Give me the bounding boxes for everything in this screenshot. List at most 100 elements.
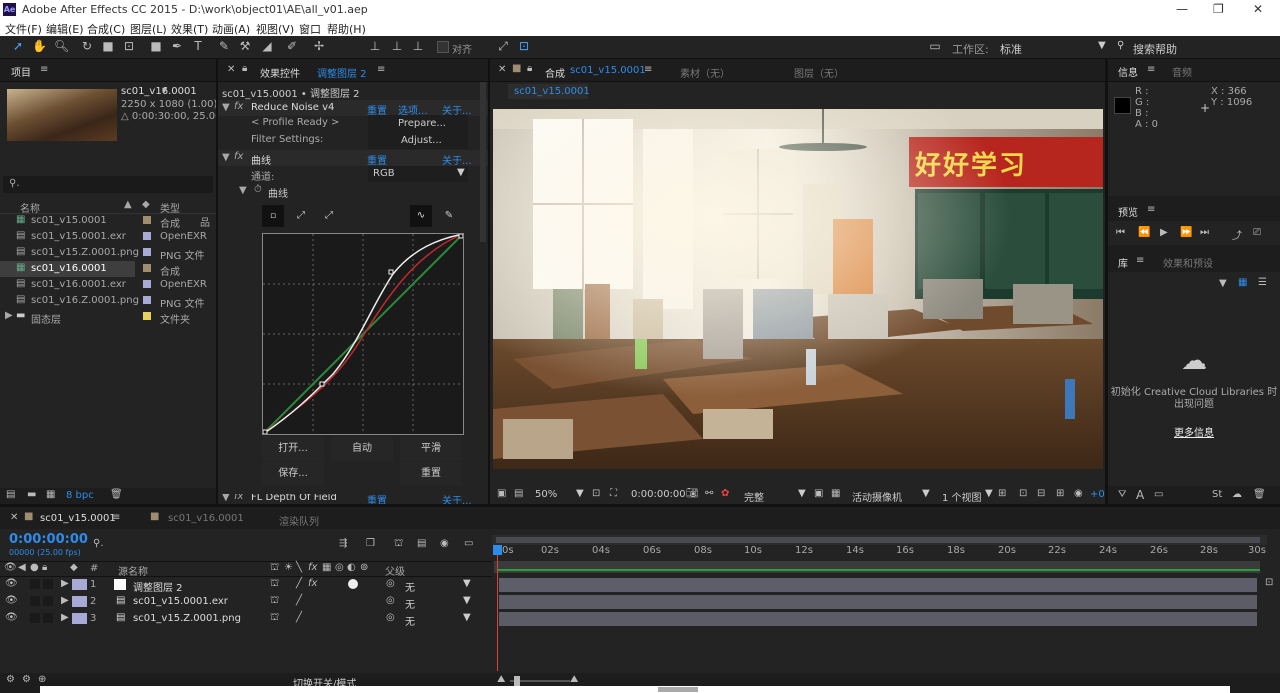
brush-tool-icon[interactable]: ✎ [217,39,231,53]
local-axis-icon[interactable]: ⊥ [368,39,382,53]
lock-icon[interactable]: 🔒︎ [527,63,532,74]
label-icon[interactable]: ◆ [142,199,150,210]
flowchart-icon[interactable]: ⊞ [1056,488,1064,499]
project-search-input[interactable]: ⚲. [3,176,213,193]
quality-dropdown[interactable]: 完整 [744,489,764,504]
frame-blending-icon[interactable]: ▤ [417,538,426,549]
color-channels-icon[interactable]: ✿ [721,488,729,499]
work-area-bar[interactable] [492,535,1267,545]
magnify-icon[interactable]: ▤ [514,488,523,499]
motion-blur-col-icon[interactable]: ◎ [335,562,344,573]
audio-icon[interactable]: ◀ [18,562,26,573]
label-color[interactable] [143,264,151,272]
chevron-down-icon[interactable]: ▼ [985,488,993,499]
chevron-down-icon[interactable]: ▼ [1219,278,1227,289]
disclosure-triangle-icon[interactable]: ▶ [5,310,13,321]
hand-tool-icon[interactable]: ✋ [32,39,47,53]
shy-icon[interactable]: ⛫ [270,562,279,575]
comp-timecode[interactable]: 0:00:00:00 [631,489,686,500]
trash-icon[interactable]: 🗑︎ [110,489,123,500]
project-item-selected[interactable]: ▦ sc01_v16.0001 [0,261,135,277]
search-help-input[interactable]: 搜索帮助 [1133,41,1177,57]
new-comp-icon[interactable]: ▦ [46,489,55,500]
snap-checkbox[interactable] [437,41,449,53]
label-color[interactable] [143,248,151,256]
layer-tab[interactable]: 图层（无） [794,65,844,80]
menu-window[interactable]: 窗口 [299,21,321,37]
layer-row[interactable]: 👁︎ ▶ 2 ▤ sc01_v15.0001.exr ⛫ ╱ ◎ 无 ▼ [0,593,492,611]
zoom-dropdown[interactable]: 50% [535,489,557,500]
snap-feature-icon[interactable]: ⊡ [517,39,531,53]
minimize-icon[interactable]: — [1176,2,1188,16]
comp-viewer-image[interactable]: 好 好 学 习 [493,109,1103,469]
layer-row[interactable]: 👁︎ ▶ 1 调整图层 2 ⛫ ╱ fx ◎ 无 ▼ [0,576,492,594]
interpret-footage-icon[interactable]: ▤ [6,489,15,500]
panel-divider[interactable] [0,504,1280,507]
library-tab[interactable]: 库 [1118,255,1128,270]
curve-size-medium-icon[interactable]: ⤢ [290,205,312,227]
motion-blur-icon[interactable]: ◉ [440,538,449,549]
label-color[interactable] [143,280,151,288]
sync-icon[interactable]: ☁ [1232,489,1242,500]
composition-mini-flowchart-icon[interactable]: ⇶ [339,538,347,549]
layer-duration-bar[interactable] [499,578,1257,592]
effect-scrollbar[interactable] [480,82,486,242]
solo-icon[interactable]: ● [30,562,39,573]
transparency-grid-icon[interactable]: ▣ [814,488,823,499]
chevron-down-icon[interactable]: ▾ [162,85,167,96]
graph-editor-icon[interactable]: ▭ [464,538,473,549]
parent-dropdown[interactable]: 无 [405,579,415,594]
search-icon[interactable]: ⚲ [1117,40,1124,51]
lock-icon[interactable]: 🔒︎ [242,63,247,74]
frame-blend-icon[interactable]: ▦ [322,562,331,573]
label-color[interactable] [143,216,151,224]
reset-link[interactable]: 重置 [367,152,387,167]
playhead-handle[interactable] [493,545,502,555]
transfer-controls-icon[interactable]: ⚙ [22,674,31,685]
close-icon[interactable]: ✕ [1253,2,1263,16]
disclosure-triangle-icon[interactable]: ▼ [222,152,230,163]
close-icon[interactable]: ✕ [227,64,235,75]
comp-subtab[interactable]: sc01_v15.0001 [508,84,590,99]
layer-label-color[interactable] [72,596,87,607]
solo-box[interactable] [30,613,40,623]
disclosure-triangle-icon[interactable]: ▼ [222,102,230,113]
video-visibility-icon[interactable]: 👁︎ [4,562,17,573]
reset-link[interactable]: 重置 [367,494,387,504]
pencil-tool-icon[interactable]: ✎ [438,205,460,227]
panel-menu-icon[interactable]: ≡ [644,64,652,75]
bezier-tool-icon[interactable]: ∿ [410,205,432,227]
parent-dropdown[interactable]: 无 [405,613,415,628]
roto-brush-tool-icon[interactable]: ✐ [285,39,299,53]
lock-box[interactable] [43,579,53,589]
curves-graph[interactable] [262,233,464,435]
panel-menu-icon[interactable]: ≡ [112,512,120,523]
layer-switches-icon[interactable]: ⚙ [6,674,15,685]
fast-previews-icon[interactable]: ⊡ [1019,488,1027,499]
comp-button-icon[interactable]: ⊡ [1265,577,1273,588]
open-curve-button[interactable]: 打开... [262,437,324,461]
resolution-icon[interactable]: ⊡ [592,488,600,499]
curve-size-large-icon[interactable]: ⤢ [318,205,340,227]
eye-icon[interactable]: 👁︎ [5,595,18,606]
puppet-tool-icon[interactable]: ✢ [312,39,326,53]
menu-animation[interactable]: 动画(A) [212,21,250,37]
project-item-type-cell[interactable]: 合成 [135,261,216,278]
chevron-down-icon[interactable]: ▼ [463,578,471,589]
panel-menu-icon[interactable]: ≡ [1147,64,1155,75]
work-area-range[interactable] [496,537,1260,543]
snap-icon[interactable]: ⤢ [496,39,510,53]
always-preview-icon[interactable]: ▣ [497,488,506,499]
grid-view-icon[interactable]: ▦ [1238,277,1247,288]
new-folder-icon[interactable]: ▬ [27,489,36,500]
layer-label-color[interactable] [72,579,87,590]
eye-icon[interactable]: 👁︎ [5,578,18,589]
project-item[interactable]: ▤ sc01_v16.0001.exr OpenEXR [0,277,216,293]
solo-box[interactable] [30,596,40,606]
toggle-pixel-aspect-icon[interactable]: ⊞ [998,488,1006,499]
chevron-down-icon[interactable]: ▼ [463,595,471,606]
render-queue-tab[interactable]: 渲染队列 [279,513,319,528]
project-item[interactable]: ▤ sc01_v16.Z.0001.png PNG 文件 [0,293,216,310]
close-icon[interactable]: ✕ [10,512,18,523]
menu-file[interactable]: 文件(F) [5,21,42,37]
